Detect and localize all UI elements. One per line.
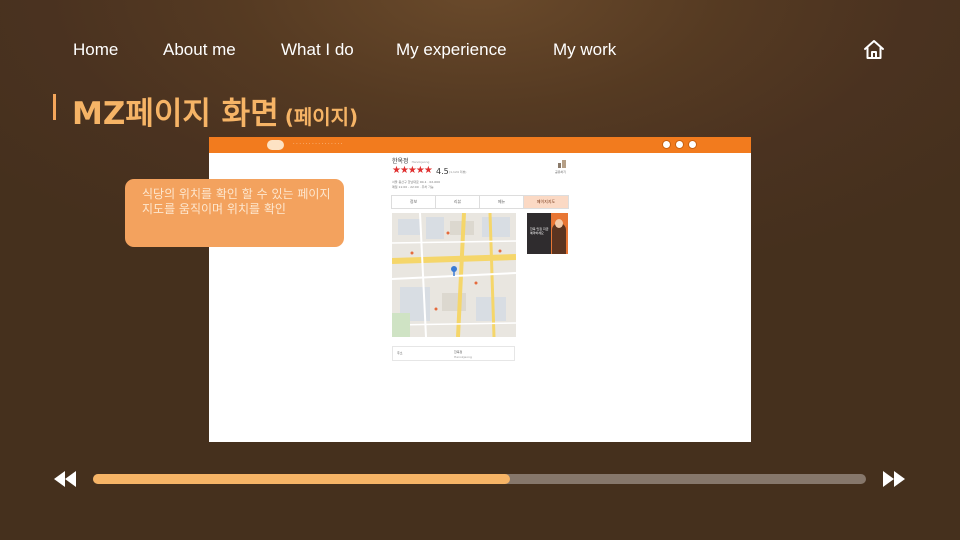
nav-item-what-i-do[interactable]: What I do	[281, 40, 354, 60]
address-label: 주소	[397, 351, 403, 355]
address-value: 한옥정	[454, 350, 463, 354]
fast-forward-icon[interactable]	[882, 470, 906, 488]
screenshot-header-bar: · · · · · · · · · · · · · · · ·	[209, 137, 751, 153]
restaurant-name-sub: Hanokjeong	[411, 160, 430, 164]
progress-bar-fill	[93, 474, 511, 484]
screenshot-rating: 4.5	[436, 167, 449, 176]
restaurant-name-text: 한옥정	[392, 158, 409, 165]
progress-bar[interactable]	[93, 474, 866, 484]
address-value-sub: Hanokjeong	[454, 355, 472, 359]
ad-text: 한옥 맛집 지금 예약하세요	[530, 227, 549, 235]
screenshot-tab-review: 리뷰	[435, 195, 480, 209]
screenshot-restaurant-name: 한옥정 Hanokjeong	[392, 156, 429, 165]
screenshot-address-box: 주소 한옥정 Hanokjeong	[392, 346, 515, 361]
rewind-icon[interactable]	[53, 470, 77, 488]
screenshot-tab-info: 정보	[391, 195, 436, 209]
screenshot-menu-icon	[688, 140, 697, 149]
nav-item-about-me[interactable]: About me	[163, 40, 236, 60]
screenshot-tab-map: 페이지지도	[523, 195, 569, 209]
page-subtitle: (페이지)	[284, 105, 359, 129]
screenshot-logo	[267, 140, 284, 150]
screenshot-profile-icon	[662, 140, 671, 149]
screenshot-tab-menu: 메뉴	[479, 195, 524, 209]
page-title: MZ페이지 화면 (페이지)	[72, 88, 358, 133]
nav-item-my-experience[interactable]: My experience	[396, 40, 507, 60]
screenshot-ad-banner: 한옥 맛집 지금 예약하세요	[527, 213, 568, 254]
rating-stars-icon: ★★★★★	[392, 165, 433, 176]
screenshot-info-line: 매일 11:00 - 22:00 · 주차 가능	[392, 185, 434, 189]
title-accent-bar	[53, 94, 56, 120]
ad-person-face	[555, 219, 563, 228]
top-nav: Home About me What I do My experience My…	[0, 40, 960, 62]
page-title-text: MZ페이지 화면	[72, 96, 279, 132]
screenshot-share-label: 공유하기	[555, 170, 567, 174]
share-icon	[558, 160, 566, 168]
screenshot-info-line: 서울 용산구 한남대로 00-1 · 02-000	[392, 180, 440, 184]
screenshot-rating-sub: (1,124 리뷰)	[449, 170, 467, 174]
screenshot-tagline: · · · · · · · · · · · · · · · ·	[293, 141, 343, 147]
location-map	[392, 213, 516, 337]
callout-bubble: 식당의 위치를 확인 할 수 있는 페이지 지도를 움직이며 위치를 확인	[125, 179, 344, 247]
screenshot-settings-icon	[675, 140, 684, 149]
nav-item-home[interactable]: Home	[73, 40, 118, 60]
callout-text: 식당의 위치를 확인 할 수 있는 페이지 지도를 움직이며 위치를 확인	[142, 187, 331, 216]
screenshot-tabs: 정보 리뷰 메뉴 페이지지도	[391, 195, 569, 209]
nav-item-my-work[interactable]: My work	[553, 40, 616, 60]
home-icon[interactable]	[862, 38, 886, 62]
